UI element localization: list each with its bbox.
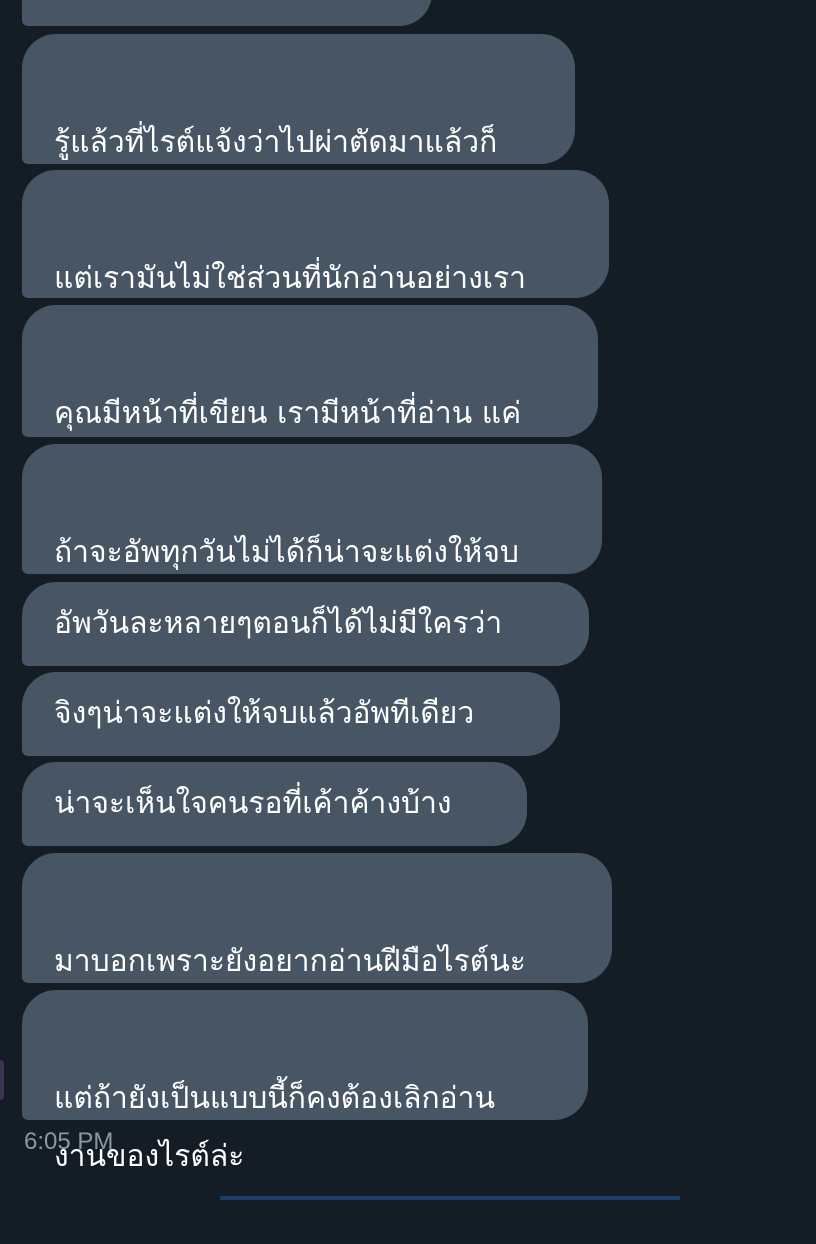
message-timestamp: 6:05 PM bbox=[24, 1128, 114, 1155]
message-bubble[interactable]: รู้แล้วที่ไรต์แจ้งว่าไปผ่าตัดมาแล้วก็ เป… bbox=[22, 34, 575, 218]
message-text: อัพวันละหลายๆตอนก็ได้ไม่มีใครว่า bbox=[54, 606, 503, 641]
message-thread: รู้แล้วที่ไรต์แจ้งว่าไปผ่าตัดมาแล้วก็ เป… bbox=[0, 0, 816, 1200]
message-bubble[interactable] bbox=[22, 0, 432, 26]
message-text: จิงๆน่าจะแต่งให้จบแล้วอัพทีเดียว bbox=[54, 696, 475, 731]
divider bbox=[220, 1196, 680, 1200]
message-bubble[interactable]: ถ้าจะอัพทุกวันไม่ได้ก็น่าจะแต่งให้จบ ก่อ… bbox=[22, 444, 602, 628]
message-bubble[interactable]: จิงๆน่าจะแต่งให้จบแล้วอัพทีเดียว bbox=[22, 672, 560, 756]
message-bubble[interactable]: แต่ถ้ายังเป็นแบบนี้ก็คงต้องเลิกอ่าน งานข… bbox=[22, 990, 588, 1174]
message-text: น่าจะเห็นใจคนรอที่เค้าค้างบ้าง bbox=[54, 786, 452, 821]
message-bubble[interactable]: คุณมีหน้าที่เขียน เรามีหน้าที่อ่าน แค่ น… bbox=[22, 305, 598, 489]
avatar[interactable] bbox=[0, 1060, 4, 1100]
message-bubble[interactable]: แต่เรามันไม่ใช่ส่วนที่นักอ่านอย่างเรา ต้… bbox=[22, 170, 609, 354]
message-bubble[interactable]: น่าจะเห็นใจคนรอที่เค้าค้างบ้าง bbox=[22, 762, 527, 846]
message-bubble[interactable]: มาบอกเพราะยังอยากอ่านฝีมือไรต์นะ คะ bbox=[22, 853, 612, 1037]
message-bubble[interactable]: อัพวันละหลายๆตอนก็ได้ไม่มีใครว่า bbox=[22, 582, 589, 666]
message-text: แต่ถ้ายังเป็นแบบนี้ก็คงต้องเลิกอ่าน งานข… bbox=[54, 1081, 495, 1174]
